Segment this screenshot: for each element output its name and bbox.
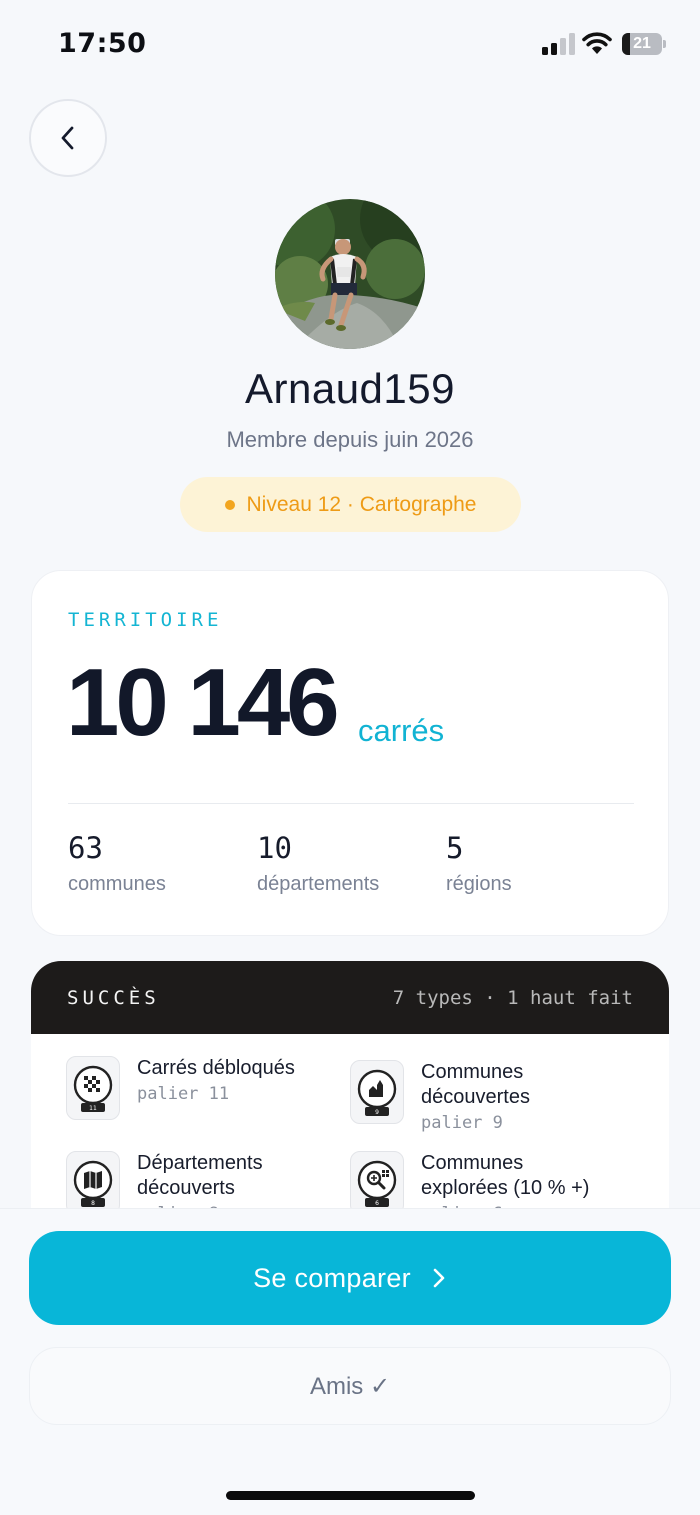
svg-text:6: 6: [375, 1200, 379, 1207]
square-unit: carrés: [358, 713, 445, 748]
square-count: 10 146: [66, 649, 340, 756]
achievement-title: Carrés débloqués: [137, 1057, 295, 1079]
stat-value: 5: [446, 831, 464, 865]
grid-medal-icon: 11: [66, 1056, 120, 1120]
map-medal-icon: 8: [66, 1151, 120, 1215]
friends-label: Amis ✓: [309, 1372, 391, 1400]
achievement-tier: palier 9: [421, 1113, 503, 1133]
territory-label: TERRITOIRE: [68, 609, 223, 631]
level-dot-icon: [224, 499, 235, 510]
stat-label: régions: [446, 872, 512, 895]
divider: [68, 803, 634, 804]
username: Arnaud159: [244, 365, 455, 412]
magnifier-medal-icon: 6: [350, 1151, 404, 1215]
avatar: [275, 199, 425, 349]
svg-text:9: 9: [375, 1109, 379, 1116]
achievement-item[interactable]: 11 Carrés débloqués palier 11: [66, 1056, 295, 1120]
achievement-title: Communes explorées (10 % +): [421, 1152, 590, 1199]
stat-regions: 5 régions: [446, 831, 512, 896]
town-medal-icon: 9: [350, 1060, 404, 1124]
status-time: 17:50: [58, 28, 147, 59]
svg-text:11: 11: [89, 1105, 97, 1112]
achievement-title: Départements découverts: [137, 1152, 263, 1199]
cellular-signal-icon: [542, 33, 575, 55]
battery-level: 21: [633, 35, 651, 52]
back-button[interactable]: [29, 99, 107, 177]
territory-card: TERRITOIRE 10 146 carrés 63 communes 10 …: [31, 570, 669, 936]
battery-icon: 21: [622, 33, 666, 55]
achievement-item[interactable]: 9 Communes découvertes palier 9: [350, 1060, 560, 1136]
stat-departements: 10 départements: [257, 831, 380, 896]
compare-label: Se comparer: [253, 1262, 411, 1293]
achievement-tier: palier 11: [137, 1084, 230, 1104]
chevron-left-icon: [61, 126, 74, 150]
stat-label: départements: [257, 872, 380, 895]
friends-button[interactable]: Amis ✓: [29, 1347, 671, 1425]
compare-button[interactable]: Se comparer: [29, 1231, 671, 1325]
home-indicator: [226, 1491, 475, 1500]
achievement-title: Communes découvertes: [421, 1061, 530, 1108]
chevron-right-icon: [433, 1268, 445, 1288]
status-bar: 17:50 21: [0, 0, 700, 90]
level-badge: Niveau 12 · Cartographe: [180, 477, 521, 532]
achievements-header: SUCCÈS 7 types · 1 haut fait: [31, 961, 669, 1034]
stat-value: 63: [68, 831, 103, 865]
svg-text:8: 8: [91, 1200, 95, 1207]
member-since: Membre depuis juin 2026: [226, 427, 474, 452]
level-label: Niveau 12 · Cartographe: [246, 492, 477, 516]
stat-communes: 63 communes: [68, 831, 166, 896]
wifi-icon: [582, 32, 612, 54]
stat-label: communes: [68, 872, 166, 895]
stat-value: 10: [257, 831, 292, 865]
achievements-title: SUCCÈS: [67, 987, 160, 1009]
achievements-summary: 7 types · 1 haut fait: [392, 987, 633, 1009]
